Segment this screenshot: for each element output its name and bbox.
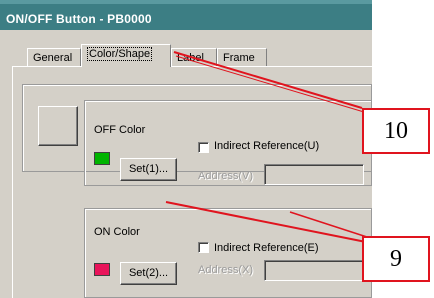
callout-9: 9: [362, 236, 430, 282]
callout-10-line-b: [175, 55, 365, 113]
callout-10-line-a: [173, 51, 363, 109]
tab-color-shape[interactable]: Color/Shape: [81, 44, 171, 67]
callout-10: 10: [362, 108, 430, 154]
tab-color-shape-label: Color/Shape: [87, 47, 153, 61]
callout-9-line-a: [165, 201, 367, 243]
